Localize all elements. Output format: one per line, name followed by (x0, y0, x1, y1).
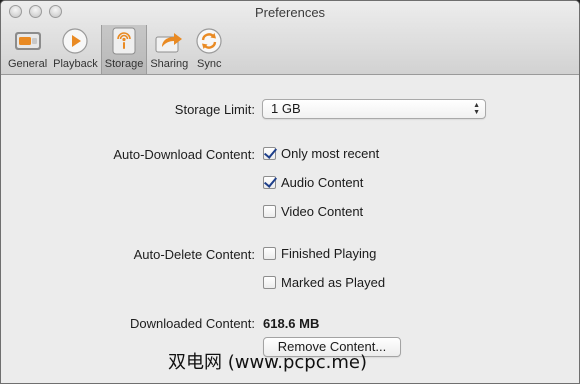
sync-icon (194, 26, 224, 56)
share-arrow-icon (154, 26, 184, 56)
downloaded-content-label: Downloaded Content: (129, 316, 255, 331)
checkbox-box[interactable] (263, 247, 276, 260)
play-icon (60, 26, 90, 56)
storage-limit-popup[interactable]: 1 GB ▲ ▼ (262, 99, 486, 119)
checkbox-label: Audio Content (281, 175, 364, 190)
checkbox-marked-as-played[interactable]: Marked as Played (263, 275, 385, 290)
checkbox-video-content[interactable]: Video Content (263, 204, 363, 219)
window-title: Preferences (254, 5, 326, 20)
toolbar-label-sharing: Sharing (150, 58, 189, 70)
watermark-text: 双电网 (www.pcpc.me) (168, 352, 367, 373)
toolbar-item-playback[interactable]: Playback (50, 25, 101, 74)
storage-limit-value: 1 GB (271, 101, 301, 116)
storage-podcast-icon (109, 26, 139, 56)
auto-delete-label: Auto-Delete Content: (133, 247, 255, 262)
toolbar: General Playback Storage Sharing Sync (5, 25, 227, 74)
auto-download-label: Auto-Download Content: (113, 147, 255, 162)
toolbar-label-storage: Storage (104, 58, 144, 70)
toolbar-label-general: General (8, 58, 48, 70)
title-bar: Preferences General Playback Storage Sha… (1, 1, 579, 75)
toolbar-label-sync: Sync (197, 58, 222, 70)
toolbar-item-general[interactable]: General (5, 25, 50, 74)
popup-arrows-icon: ▲ ▼ (473, 102, 480, 116)
checkbox-audio-content[interactable]: Audio Content (263, 175, 363, 190)
checkbox-box[interactable] (263, 276, 276, 289)
checkbox-box[interactable] (263, 147, 276, 160)
general-switch-icon (13, 26, 43, 56)
checkbox-label: Only most recent (281, 146, 380, 161)
toolbar-item-storage[interactable]: Storage (100, 25, 148, 74)
toolbar-item-sharing[interactable]: Sharing (147, 25, 191, 74)
storage-pane: Storage Limit: 1 GB ▲ ▼ Auto-Download Con… (1, 76, 579, 383)
checkbox-label: Finished Playing (281, 246, 377, 261)
toolbar-item-sync[interactable]: Sync (191, 25, 227, 74)
checkbox-finished-playing[interactable]: Finished Playing (263, 246, 376, 261)
preferences-window: Preferences General Playback Storage Sha… (0, 0, 580, 384)
checkbox-box[interactable] (263, 205, 276, 218)
checkbox-box[interactable] (263, 176, 276, 189)
checkbox-only-most-recent[interactable]: Only most recent (263, 146, 379, 161)
downloaded-content-value: 618.6 MB (263, 316, 320, 331)
checkbox-label: Marked as Played (281, 275, 386, 290)
checkbox-label: Video Content (281, 204, 364, 219)
toolbar-label-playback: Playback (53, 58, 98, 70)
storage-limit-label: Storage Limit: (174, 102, 255, 117)
